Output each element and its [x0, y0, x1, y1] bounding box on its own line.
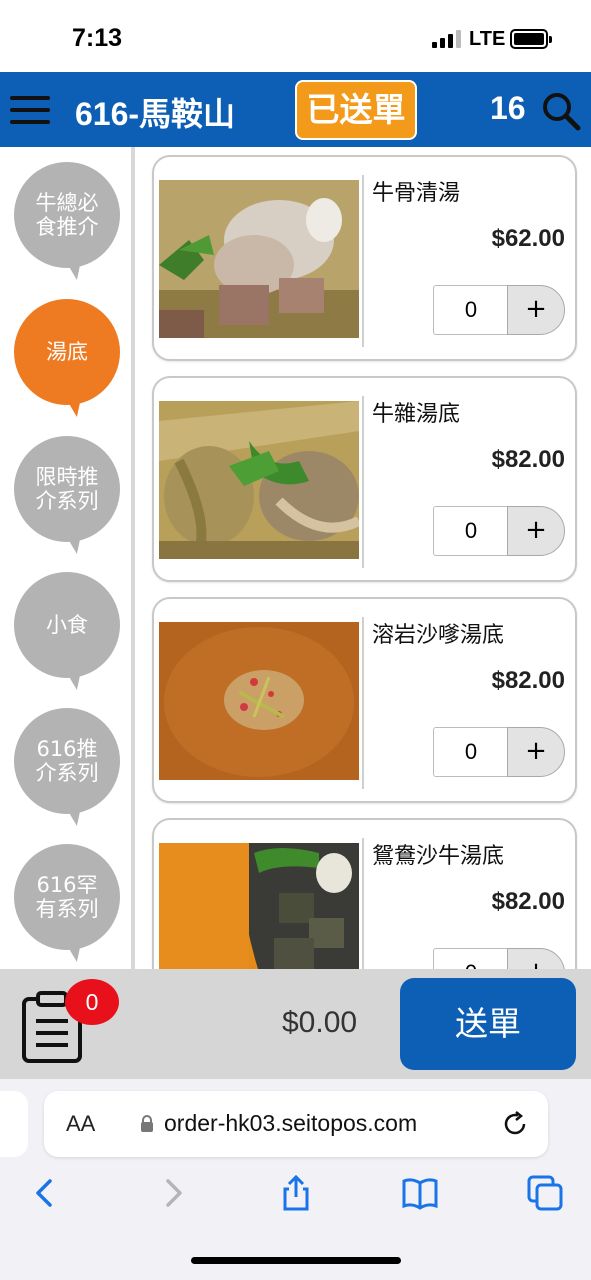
quantity-field[interactable]: 0 — [433, 285, 508, 335]
product-name: 牛骨清湯 — [372, 181, 461, 206]
store-name: 616-馬鞍山 — [75, 96, 236, 132]
category-label: 湯底 — [46, 340, 88, 364]
product-price: $82.00 — [491, 888, 565, 915]
bookmarks-icon[interactable] — [402, 1175, 438, 1211]
product-card: 鴛鴦沙牛湯底 $82.00 0 + — [152, 818, 577, 969]
submit-order-button[interactable]: 送單 — [400, 978, 576, 1070]
category-label: 小食 — [46, 613, 88, 637]
home-indicator[interactable] — [191, 1257, 401, 1264]
product-card: 牛雜湯底 $82.00 0 + — [152, 376, 577, 582]
browser-toolbar: AA order-hk03.seitopos.com — [0, 1079, 591, 1280]
category-item[interactable]: 限時推介系列 — [14, 436, 120, 542]
product-price: $82.00 — [491, 667, 565, 694]
url-text: order-hk03.seitopos.com — [164, 1110, 418, 1136]
category-item[interactable]: 616罕有系列 — [14, 844, 120, 950]
category-item[interactable]: 616推介系列 — [14, 708, 120, 814]
order-total: $0.00 — [282, 1006, 358, 1039]
card-divider — [362, 617, 364, 789]
forward-icon[interactable] — [156, 1175, 192, 1211]
address-bar[interactable]: AA order-hk03.seitopos.com — [44, 1091, 548, 1157]
category-item[interactable]: 小食 — [14, 572, 120, 678]
card-divider — [362, 838, 364, 969]
search-icon[interactable] — [540, 90, 582, 132]
product-photo[interactable] — [159, 622, 359, 780]
share-icon[interactable] — [278, 1175, 314, 1211]
add-quantity-button[interactable]: + — [507, 948, 565, 969]
previous-tab-preview[interactable] — [0, 1091, 28, 1157]
tabs-icon[interactable] — [527, 1175, 563, 1211]
product-card: 溶岩沙嗲湯底 $82.00 0 + — [152, 597, 577, 803]
lock-icon — [141, 1115, 153, 1132]
signal-icon — [432, 30, 462, 48]
quantity-field[interactable]: 0 — [433, 948, 508, 969]
category-label: 616推介系列 — [35, 737, 99, 785]
category-item-active[interactable]: 湯底 — [14, 299, 120, 405]
cart-count-badge[interactable]: 0 — [65, 979, 119, 1025]
category-item[interactable]: 牛總必食推介 — [14, 162, 120, 268]
hamburger-menu-icon[interactable] — [10, 94, 50, 126]
product-name: 鴛鴦沙牛湯底 — [372, 844, 505, 869]
order-status-badge[interactable]: 已送單 — [295, 80, 417, 140]
add-quantity-button[interactable]: + — [507, 727, 565, 777]
add-quantity-button[interactable]: + — [507, 506, 565, 556]
category-label: 限時推介系列 — [35, 465, 99, 513]
reload-icon[interactable] — [502, 1111, 528, 1137]
table-number: 16 — [490, 90, 526, 126]
product-price: $82.00 — [491, 446, 565, 473]
product-photo[interactable] — [159, 843, 359, 969]
product-photo[interactable] — [159, 401, 359, 559]
add-quantity-button[interactable]: + — [507, 285, 565, 335]
product-photo[interactable] — [159, 180, 359, 338]
category-sidebar: 牛總必食推介 湯底 限時推介系列 小食 616推介系列 616罕有系列 — [0, 147, 135, 969]
back-icon[interactable] — [26, 1175, 62, 1211]
category-label: 牛總必食推介 — [35, 191, 99, 239]
status-bar: 7:13 LTE — [0, 0, 591, 72]
quantity-field[interactable]: 0 — [433, 727, 508, 777]
product-list: 牛骨清湯 $62.00 0 + 牛雜湯底 $82.00 0 + 溶岩沙嗲湯底 $… — [139, 147, 591, 969]
product-name: 溶岩沙嗲湯底 — [372, 623, 505, 648]
text-size-button[interactable]: AA — [66, 1111, 95, 1137]
network-label: LTE — [469, 28, 506, 50]
quantity-field[interactable]: 0 — [433, 506, 508, 556]
product-price: $62.00 — [491, 225, 565, 252]
battery-icon — [510, 29, 552, 49]
product-card: 牛骨清湯 $62.00 0 + — [152, 155, 577, 361]
category-label: 616罕有系列 — [35, 873, 99, 921]
status-time: 7:13 — [72, 24, 123, 52]
app-header: 616-馬鞍山 已送單 16 — [0, 72, 591, 147]
card-divider — [362, 175, 364, 347]
app-root: 7:13 LTE 616-馬鞍山 已送單 16 牛總必食推介 湯底 限時推介系列… — [0, 0, 591, 1280]
product-name: 牛雜湯底 — [372, 402, 461, 427]
card-divider — [362, 396, 364, 568]
